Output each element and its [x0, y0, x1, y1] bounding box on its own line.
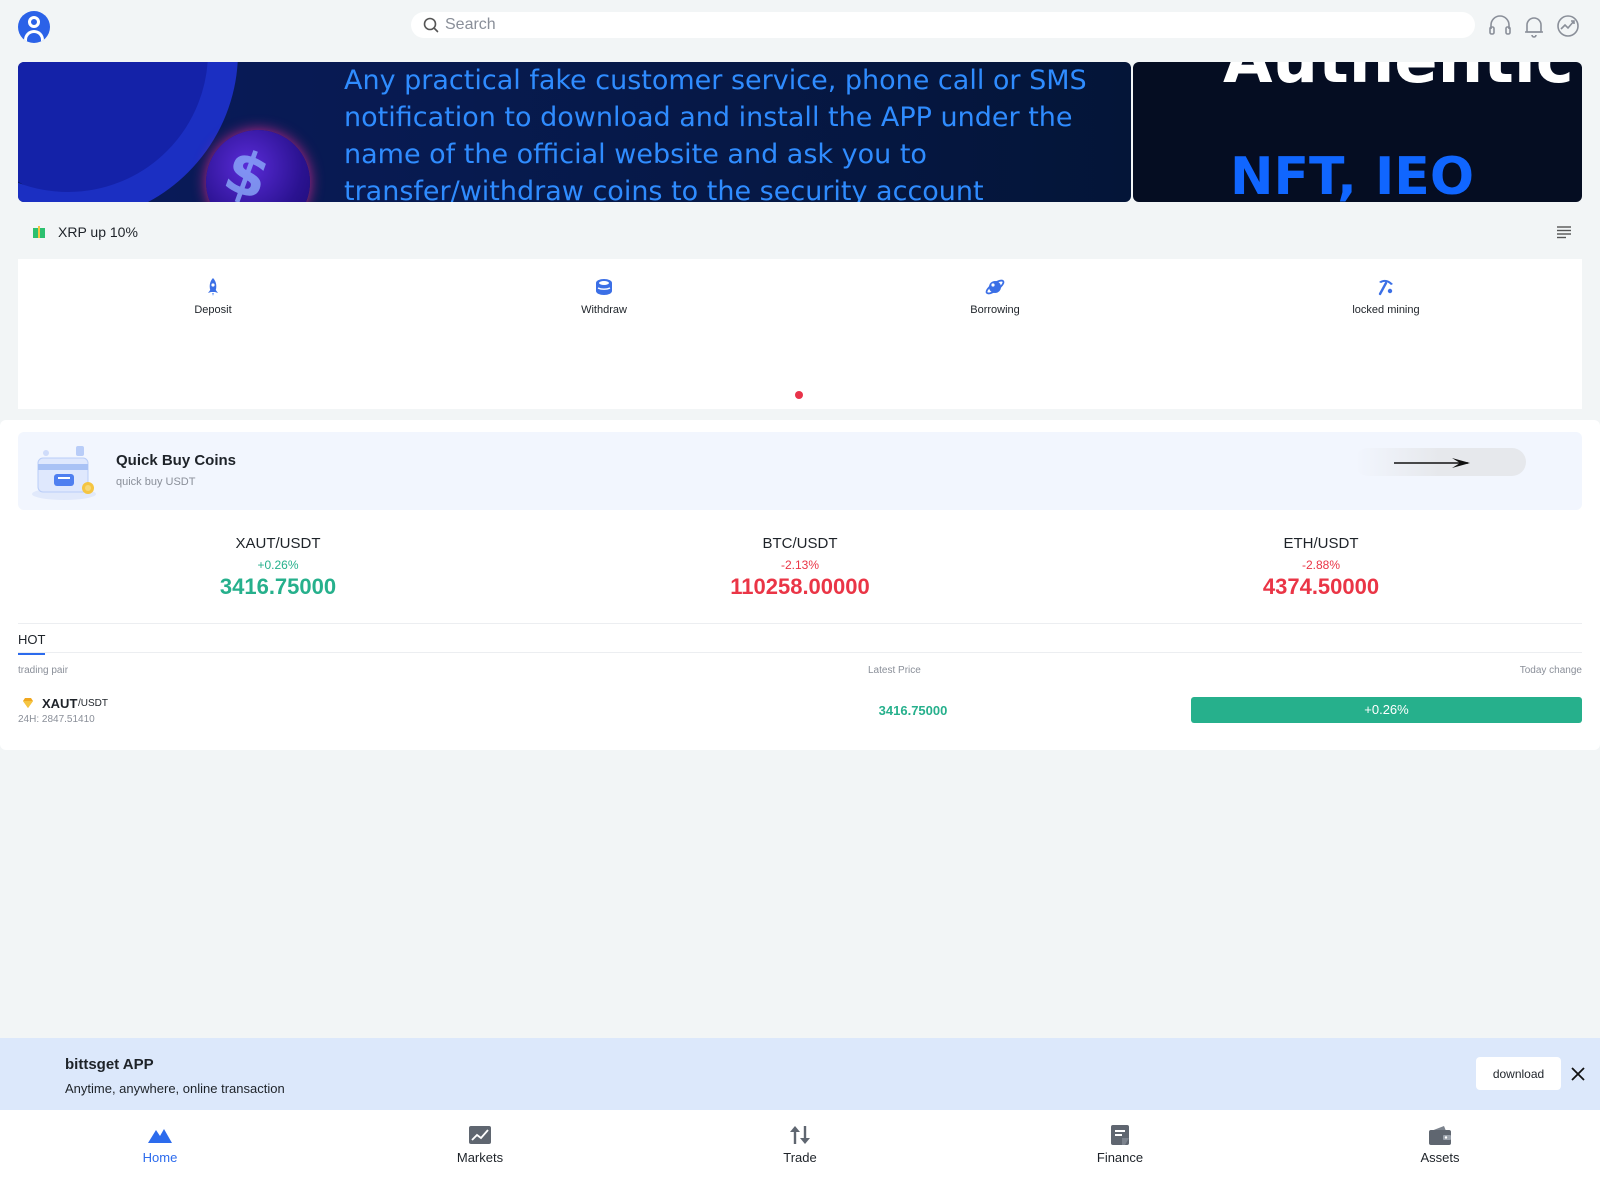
column-header-latest-price: Latest Price [868, 665, 921, 676]
quick-menu-card: Deposit Withdraw Borrowing locked mining [18, 259, 1582, 409]
column-header-trading-pair: trading pair [18, 665, 69, 676]
app-subtitle: Anytime, anywhere, online transaction [65, 1081, 285, 1096]
download-button[interactable]: download [1476, 1057, 1561, 1090]
search-icon [423, 17, 439, 33]
ticker-change: +0.26% [257, 558, 299, 572]
ticker-change: -2.13% [780, 558, 820, 572]
bell-icon[interactable] [1521, 13, 1547, 39]
column-header-today-change: Today change [1519, 665, 1582, 676]
notice-text: XRP up 10% [58, 224, 138, 240]
ticker-pair: BTC/USDT [762, 535, 838, 552]
ticker-price: 110258.00000 [730, 574, 870, 599]
pair-base: XAUT [42, 696, 78, 711]
nav-trade[interactable]: Trade [740, 1124, 860, 1165]
credit-card-illustration-icon [32, 446, 96, 500]
dollar-coin-icon: $ [206, 130, 310, 202]
ticker-pair: ETH/USDT [1283, 535, 1359, 552]
banner-text: Any practical fake customer service, pho… [344, 65, 1087, 202]
nav-label: Finance [1096, 1150, 1144, 1165]
search-input[interactable] [445, 16, 1345, 34]
quick-buy-card[interactable]: Quick Buy Coins quick buy USDT [18, 432, 1582, 510]
promo-banner-cut-text: Authentic [1223, 62, 1574, 98]
carousel-page-indicator[interactable] [795, 391, 803, 399]
nav-finance[interactable]: Finance [1060, 1124, 1180, 1165]
support-headset-icon[interactable] [1487, 13, 1513, 39]
bottom-navigation: Home Markets Trade Finance Assets [0, 1110, 1600, 1200]
coin-stack-icon [596, 279, 612, 295]
nav-markets[interactable]: Markets [420, 1124, 540, 1165]
deposit-button[interactable]: Deposit [113, 276, 313, 316]
search-bar[interactable] [411, 12, 1475, 38]
divider [18, 652, 1582, 653]
ticker-change: -2.88% [1301, 558, 1341, 572]
ticker-pair: XAUT/USDT [235, 535, 321, 552]
promo-banner[interactable]: Authentic NFT, IEO [1133, 62, 1582, 202]
locked-mining-label: locked mining [1352, 304, 1420, 316]
security-warning-banner[interactable]: $ Any practical fake customer service, p… [18, 62, 1131, 202]
gold-gem-icon [23, 698, 33, 708]
nav-label: Assets [1420, 1150, 1460, 1165]
locked-mining-button[interactable]: locked mining [1286, 276, 1486, 316]
borrowing-button[interactable]: Borrowing [895, 276, 1095, 316]
nav-home[interactable]: Home [100, 1124, 220, 1165]
planet-icon [985, 279, 1005, 295]
nav-label: Home [142, 1150, 178, 1165]
quick-buy-subtitle: quick buy USDT [116, 476, 196, 488]
ticker-price: 4374.50000 [1262, 574, 1380, 599]
top-header [0, 0, 1600, 52]
pickaxe-icon [1378, 279, 1393, 296]
pair-volume: 24H: 2847.51410 [18, 714, 95, 725]
ticker-price: 3416.75000 [219, 574, 337, 599]
wallet-icon [1429, 1126, 1451, 1145]
user-avatar-icon[interactable] [18, 11, 50, 43]
table-row[interactable]: XAUT /USDT 24H: 2847.51410 3416.75000 +0… [18, 694, 1582, 730]
promo-banner-text: NFT, IEO [1230, 147, 1475, 202]
ticker-card[interactable]: XAUT/USDT +0.26% 3416.75000 [78, 535, 478, 600]
quick-buy-title: Quick Buy Coins [116, 452, 237, 469]
pair-quote: /USDT [78, 698, 108, 709]
nav-label: Markets [456, 1150, 504, 1165]
ticker-card[interactable]: BTC/USDT -2.13% 110258.00000 [600, 535, 1000, 600]
home-mountain-icon [148, 1129, 172, 1143]
nav-assets[interactable]: Assets [1380, 1124, 1500, 1165]
finance-document-icon [1111, 1125, 1129, 1145]
nav-label: Trade [783, 1150, 817, 1165]
withdraw-button[interactable]: Withdraw [504, 276, 704, 316]
today-change-badge: +0.26% [1191, 697, 1582, 723]
market-chart-icon[interactable] [1555, 13, 1581, 39]
app-download-bar: bittsget APP Anytime, anywhere, online t… [0, 1038, 1600, 1110]
close-icon[interactable] [1570, 1066, 1586, 1082]
rocket-icon [208, 278, 218, 296]
gift-icon [32, 225, 46, 239]
app-title: bittsget APP [65, 1056, 154, 1073]
notice-list-icon[interactable] [1556, 224, 1572, 240]
arrow-right-icon [1394, 458, 1470, 468]
withdraw-label: Withdraw [581, 304, 627, 316]
notice-bar[interactable]: XRP up 10% [18, 214, 1582, 250]
borrowing-label: Borrowing [970, 304, 1020, 316]
deposit-label: Deposit [194, 304, 232, 316]
latest-price: 3416.75000 [878, 703, 948, 718]
markets-chart-icon [469, 1126, 491, 1144]
ticker-card[interactable]: ETH/USDT -2.88% 4374.50000 [1121, 535, 1521, 600]
divider [18, 623, 1582, 624]
trade-arrows-icon [790, 1126, 810, 1144]
